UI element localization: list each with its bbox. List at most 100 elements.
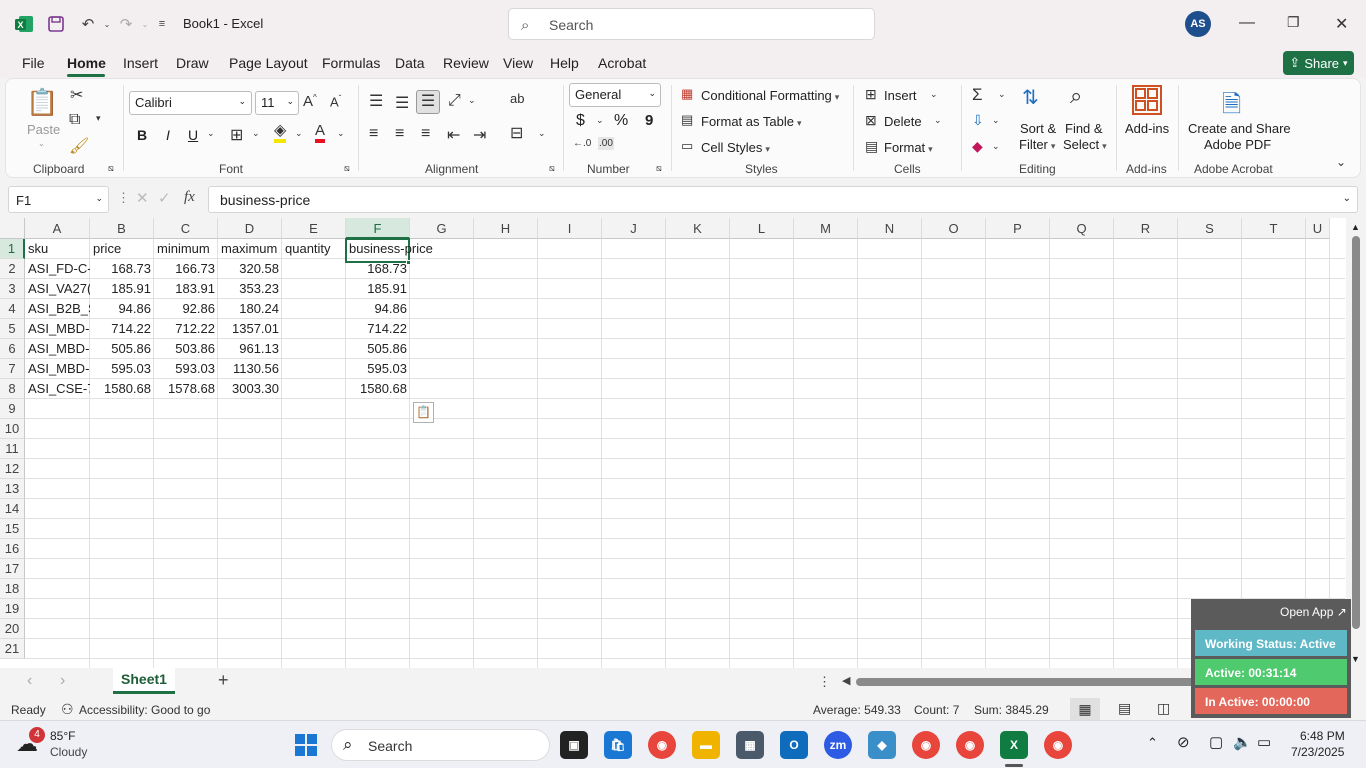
orientation-icon[interactable]: ⤢ xyxy=(448,92,461,110)
row-header-21[interactable]: 21 xyxy=(0,639,25,659)
next-sheet-icon[interactable]: › xyxy=(60,672,65,690)
clipboard-launcher-icon[interactable]: ⧅ xyxy=(108,163,114,174)
cell-a6[interactable]: ASI_MBD- xyxy=(25,339,90,359)
row-header-6[interactable]: 6 xyxy=(0,339,25,359)
save-icon[interactable] xyxy=(44,12,68,36)
accessibility-icon[interactable]: ⚇ xyxy=(61,701,74,718)
format-as-table-icon[interactable]: ▤ xyxy=(681,112,693,128)
display-icon[interactable]: ▢ xyxy=(1209,733,1223,751)
row-header-13[interactable]: 13 xyxy=(0,479,25,499)
row-header-1[interactable]: 1 xyxy=(0,239,25,259)
align-center-icon[interactable]: ≡ xyxy=(395,125,404,143)
cell-c2[interactable]: 166.73 xyxy=(154,259,218,279)
row-header-14[interactable]: 14 xyxy=(0,499,25,519)
create-share-pdf-label-2[interactable]: Adobe PDF xyxy=(1204,137,1271,152)
orientation-dropdown-icon[interactable]: ⌄ xyxy=(468,95,476,106)
column-header-m[interactable]: M xyxy=(794,218,858,239)
page-layout-view-icon[interactable]: ▤ xyxy=(1118,700,1131,717)
cell-f3[interactable]: 185.91 xyxy=(346,279,410,299)
format-as-table-button[interactable]: Format as Table ▾ xyxy=(701,114,802,129)
paste-icon[interactable]: 📋 xyxy=(26,87,58,118)
wrap-text-icon[interactable]: ab xyxy=(510,91,524,106)
add-ins-button[interactable]: Add-ins xyxy=(1125,121,1169,136)
decrease-indent-icon[interactable]: ⇤ xyxy=(447,125,460,145)
row-header-20[interactable]: 20 xyxy=(0,619,25,639)
font-color-dropdown-icon[interactable]: ⌄ xyxy=(337,128,345,139)
spreadsheet-grid[interactable]: ABCDEFGHIJKLMNOPQRSTU 1 2 3 4 5 6 7 8 9 10 11 12 13 1… xyxy=(0,218,1366,668)
column-header-j[interactable]: J xyxy=(602,218,666,239)
cell-b8[interactable]: 1580.68 xyxy=(90,379,154,399)
cell-b7[interactable]: 595.03 xyxy=(90,359,154,379)
windows-start-icon[interactable] xyxy=(294,733,318,757)
cell-d6[interactable]: 961.13 xyxy=(218,339,282,359)
cell-a5[interactable]: ASI_MBD- xyxy=(25,319,90,339)
column-header-i[interactable]: I xyxy=(538,218,602,239)
scroll-up-icon[interactable]: ▲ xyxy=(1351,222,1360,232)
confirm-entry-icon[interactable]: ✓ xyxy=(158,189,171,207)
column-header-l[interactable]: L xyxy=(730,218,794,239)
autosum-dropdown-icon[interactable]: ⌄ xyxy=(998,89,1006,100)
tab-draw[interactable]: Draw xyxy=(176,55,209,71)
underline-dropdown-icon[interactable]: ⌄ xyxy=(207,128,215,139)
cell-d2[interactable]: 320.58 xyxy=(218,259,282,279)
chrome-profile-3-icon[interactable]: ◉ xyxy=(1044,731,1072,759)
search-input[interactable]: ⌕ Search xyxy=(508,8,875,40)
cell-styles-icon[interactable]: ▭ xyxy=(681,138,693,154)
scroll-down-icon[interactable]: ▼ xyxy=(1351,654,1360,664)
row-header-5[interactable]: 5 xyxy=(0,319,25,339)
column-header-q[interactable]: Q xyxy=(1050,218,1114,239)
cell-f7[interactable]: 595.03 xyxy=(346,359,410,379)
sort-filter-label-1[interactable]: Sort & xyxy=(1020,121,1056,136)
paste-options-icon[interactable]: 📋 xyxy=(413,402,434,423)
header-cell-a1[interactable]: sku xyxy=(25,239,90,259)
percent-button[interactable]: % xyxy=(614,112,628,130)
header-cell-e1[interactable]: quantity xyxy=(282,239,346,259)
add-sheet-icon[interactable]: + xyxy=(218,670,229,691)
chrome-icon[interactable]: ◉ xyxy=(648,731,676,759)
borders-icon[interactable]: ⊞ xyxy=(230,125,243,145)
cell-c6[interactable]: 503.86 xyxy=(154,339,218,359)
alignment-launcher-icon[interactable]: ⧅ xyxy=(549,163,555,174)
cell-b5[interactable]: 714.22 xyxy=(90,319,154,339)
cell-a7[interactable]: ASI_MBD- xyxy=(25,359,90,379)
column-header-f[interactable]: F xyxy=(346,218,410,239)
cell-d4[interactable]: 180.24 xyxy=(218,299,282,319)
fill-handle[interactable] xyxy=(406,260,411,265)
store-icon[interactable]: 🛍 xyxy=(604,731,632,759)
cell-b6[interactable]: 505.86 xyxy=(90,339,154,359)
scroll-left-icon[interactable]: ◀ xyxy=(842,674,850,687)
weather-temp[interactable]: 85°F xyxy=(50,729,75,743)
column-header-b[interactable]: B xyxy=(90,218,154,239)
select-all-corner[interactable] xyxy=(0,218,25,239)
column-header-k[interactable]: K xyxy=(666,218,730,239)
row-header-3[interactable]: 3 xyxy=(0,279,25,299)
sort-filter-button[interactable]: Filter ▾ xyxy=(1019,137,1055,152)
column-header-p[interactable]: P xyxy=(986,218,1050,239)
row-header-11[interactable]: 11 xyxy=(0,439,25,459)
column-header-a[interactable]: A xyxy=(25,218,90,239)
sort-filter-icon[interactable]: ⇅ xyxy=(1022,85,1039,110)
conditional-formatting-icon[interactable]: ▦ xyxy=(681,86,693,102)
cell-d3[interactable]: 353.23 xyxy=(218,279,282,299)
calculator-icon[interactable]: ▦ xyxy=(736,731,764,759)
font-name-select[interactable]: Calibri ⌄ xyxy=(129,91,252,115)
italic-button[interactable]: I xyxy=(166,127,170,143)
sum-value[interactable]: Sum: 3845.29 xyxy=(974,703,1049,717)
format-painter-icon[interactable]: 🖌 xyxy=(69,136,89,156)
align-left-icon[interactable]: ≡ xyxy=(369,125,378,143)
previous-sheet-icon[interactable]: ‹ xyxy=(27,672,32,690)
comma-style-button[interactable]: 9 xyxy=(645,112,653,129)
cell-styles-button[interactable]: Cell Styles ▾ xyxy=(701,140,770,155)
cancel-entry-icon[interactable]: ✕ xyxy=(136,189,149,207)
tab-help[interactable]: Help xyxy=(550,55,579,71)
column-header-c[interactable]: C xyxy=(154,218,218,239)
merge-dropdown-icon[interactable]: ⌄ xyxy=(538,128,546,139)
delete-cells-button[interactable]: Delete xyxy=(884,114,922,129)
tab-page-layout[interactable]: Page Layout xyxy=(229,55,308,71)
insert-cells-icon[interactable]: ⊞ xyxy=(865,86,877,103)
row-header-15[interactable]: 15 xyxy=(0,519,25,539)
column-header-o[interactable]: O xyxy=(922,218,986,239)
bold-button[interactable]: B xyxy=(137,127,147,143)
tab-view[interactable]: View xyxy=(503,55,533,71)
column-header-d[interactable]: D xyxy=(218,218,282,239)
